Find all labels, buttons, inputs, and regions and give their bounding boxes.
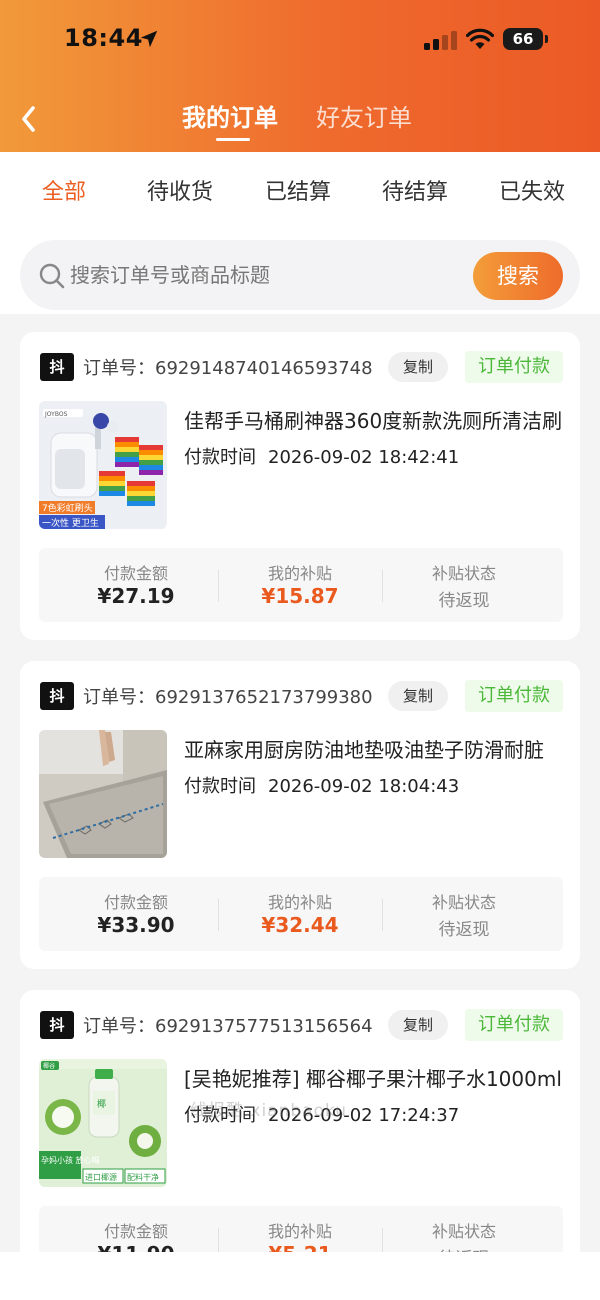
- subsidy-status-label: 补贴状态: [431, 893, 496, 912]
- subsidy-status-value: 待返现: [438, 591, 490, 611]
- subsidy-status-label: 补贴状态: [431, 564, 496, 583]
- subsidy-label: 我的补贴: [267, 564, 332, 583]
- search-bar: 搜索: [20, 240, 580, 310]
- filter-tab-all[interactable]: 全部: [42, 174, 86, 206]
- order-status-tag: 订单付款: [465, 1009, 563, 1041]
- filter-tab-settled[interactable]: 已结算: [265, 174, 331, 206]
- order-card[interactable]: 抖 订单号：6929137652173799380 复制 订单付款 亚麻家用厨房…: [20, 661, 580, 969]
- bottom-safe-area: [0, 1252, 600, 1300]
- search-input[interactable]: [70, 258, 460, 292]
- subsidy-status-value: 待返现: [438, 920, 490, 940]
- order-status-tag: 订单付款: [465, 351, 563, 383]
- svg-text:椰: 椰: [97, 1098, 106, 1110]
- copy-order-number-button[interactable]: 复制: [388, 681, 448, 711]
- paid-amount-column: 付款金额 ¥27.19: [51, 548, 221, 622]
- paid-amount-value: ¥33.90: [97, 913, 175, 937]
- product-title[interactable]: 佳帮手马桶刷神器360度新款洗厕所清洁刷: [184, 405, 564, 434]
- subsidy-value: ¥32.44: [261, 913, 339, 937]
- svg-text:JOYBOS: JOYBOS: [44, 411, 68, 418]
- paid-amount-label: 付款金额: [103, 893, 168, 912]
- paid-amount-column: 付款金额 ¥33.90: [51, 877, 221, 951]
- coconut-water-product-image: 椰谷 椰 孕妈小孩 放心喝 进口椰源 配料干净: [39, 1059, 167, 1187]
- order-number: 订单号：6929148740146593748: [83, 358, 373, 379]
- watermark: 线报酷 xianbaoku: [190, 1101, 348, 1121]
- subsidy-column: 我的补贴 ¥32.44: [215, 877, 385, 951]
- subsidy-label: 我的补贴: [267, 1222, 332, 1241]
- search-section: 搜索: [0, 238, 600, 314]
- payment-time-value: 2026-09-02 18:42:41: [268, 447, 460, 468]
- paid-amount-label: 付款金额: [103, 1222, 168, 1241]
- order-number: 订单号：6929137652173799380: [83, 687, 373, 708]
- order-summary: 付款金额 ¥27.19 我的补贴 ¥15.87 补贴状态 待返现: [39, 548, 563, 622]
- paid-amount-label: 付款金额: [103, 564, 168, 583]
- subsidy-status-column: 补贴状态 待返现: [379, 877, 549, 951]
- payment-time-label: 付款时间: [184, 776, 256, 797]
- product-title[interactable]: [吴艳妮推荐] 椰谷椰子果汁椰子水1000ml: [184, 1063, 564, 1092]
- thumb-label: 孕妈小孩 放心喝: [41, 1155, 100, 1165]
- subsidy-status-column: 补贴状态 待返现: [379, 548, 549, 622]
- subsidy-value: ¥15.87: [261, 584, 339, 608]
- app-header: 18:44 66 我的订单 好友订单: [0, 0, 600, 152]
- payment-time-row: 付款时间 2026-09-02 18:04:43: [184, 772, 459, 798]
- thumb-label: 一次性 更卫生: [42, 517, 99, 529]
- filter-tab-expired[interactable]: 已失效: [499, 174, 565, 206]
- payment-time-value: 2026-09-02 18:04:43: [268, 776, 460, 797]
- thumb-label: 7色彩虹刷头: [42, 502, 93, 514]
- thumb-label: 椰谷: [43, 1062, 55, 1070]
- subsidy-column: 我的补贴 ¥15.87: [215, 548, 385, 622]
- order-status-tag: 订单付款: [465, 680, 563, 712]
- product-image[interactable]: 椰谷 椰 孕妈小孩 放心喝 进口椰源 配料干净: [39, 1059, 167, 1187]
- product-image[interactable]: JOYBOS 7色彩虹刷头 一次性 更卫生: [39, 401, 167, 529]
- douyin-shop-badge: 抖: [40, 1011, 74, 1039]
- subsidy-status-label: 补贴状态: [431, 1222, 496, 1241]
- tab-friend-orders[interactable]: 好友订单: [316, 98, 412, 133]
- back-arrow-icon[interactable]: [16, 102, 42, 136]
- location-arrow-icon: [140, 30, 158, 48]
- subsidy-label: 我的补贴: [267, 893, 332, 912]
- active-tab-indicator: [216, 138, 250, 141]
- payment-time-label: 付款时间: [184, 447, 256, 468]
- cellular-signal-icon: [424, 31, 457, 50]
- copy-order-number-button[interactable]: 复制: [388, 352, 448, 382]
- status-bar: 18:44 66: [0, 0, 600, 80]
- paid-amount-value: ¥27.19: [97, 584, 175, 608]
- product-image[interactable]: [39, 730, 167, 858]
- douyin-shop-badge: 抖: [40, 682, 74, 710]
- battery-indicator: 66: [503, 28, 543, 50]
- toilet-brush-product-image: JOYBOS 7色彩虹刷头 一次性 更卫生: [39, 401, 167, 529]
- order-number: 订单号：6929137577513156564: [83, 1016, 373, 1037]
- copy-order-number-button[interactable]: 复制: [388, 1010, 448, 1040]
- order-card[interactable]: 抖 订单号：6929148740146593748 复制 订单付款 JOYBOS: [20, 332, 580, 640]
- search-icon: [39, 263, 65, 289]
- filter-tab-pending-receipt[interactable]: 待收货: [147, 174, 213, 206]
- status-time: 18:44: [64, 24, 143, 52]
- battery-cap: [545, 35, 548, 43]
- order-summary: 付款金额 ¥33.90 我的补贴 ¥32.44 补贴状态 待返现: [39, 877, 563, 951]
- product-title[interactable]: 亚麻家用厨房防油地垫吸油垫子防滑耐脏: [184, 734, 564, 763]
- tab-my-orders[interactable]: 我的订单: [182, 98, 278, 133]
- thumb-label: 配料干净: [127, 1172, 159, 1182]
- order-filter-bar: 全部 待收货 已结算 待结算 已失效: [0, 152, 600, 238]
- douyin-shop-badge: 抖: [40, 353, 74, 381]
- search-button[interactable]: 搜索: [473, 252, 563, 300]
- kitchen-mat-product-image: [39, 730, 167, 858]
- payment-time-row: 付款时间 2026-09-02 18:42:41: [184, 443, 459, 469]
- wifi-icon: [466, 28, 494, 49]
- filter-tab-pending-settlement[interactable]: 待结算: [382, 174, 448, 206]
- thumb-label: 进口椰源: [85, 1172, 117, 1182]
